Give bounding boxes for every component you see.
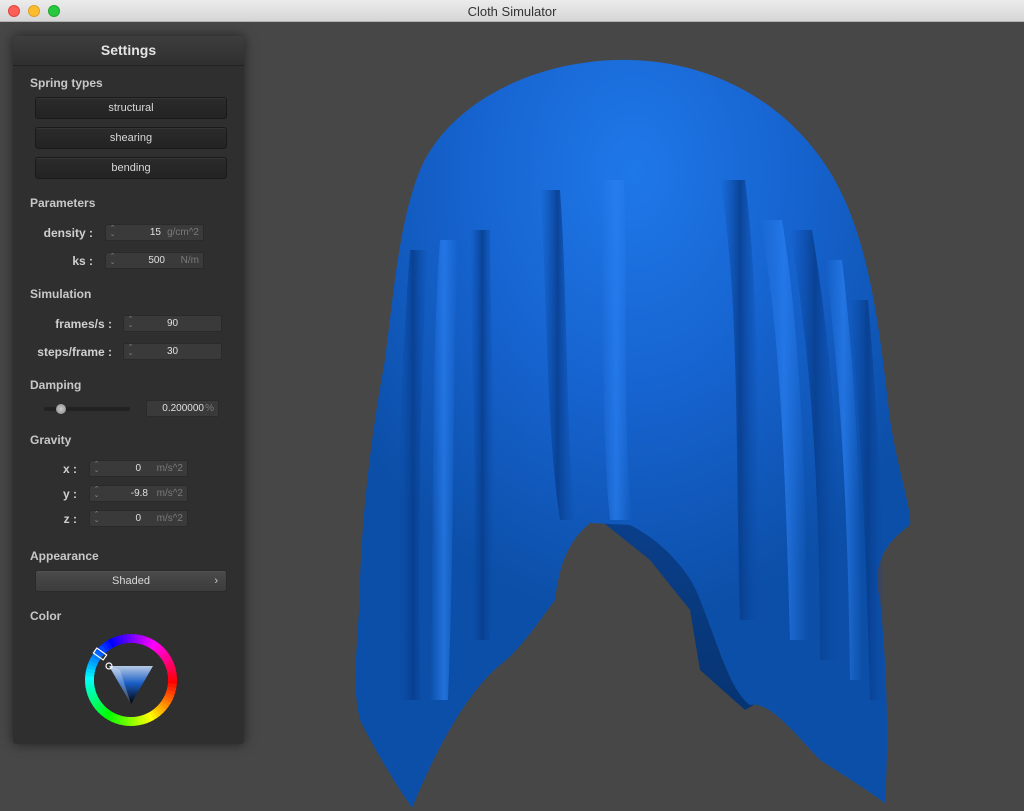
shearing-button[interactable]: shearing [35,127,227,149]
damping-label: Damping [30,378,82,392]
spring-types-label: Spring types [30,76,103,90]
structural-button[interactable]: structural [35,97,227,119]
spinner-icon[interactable]: ⌃ ⌄ [93,486,100,500]
density-unit: g/cm^2 [167,227,199,238]
window-title: Cloth Simulator [467,4,557,19]
gravity-z-input[interactable]: ⌃ ⌄ 0 m/s^2 [89,510,188,527]
damping-slider[interactable] [44,404,130,414]
fps-input[interactable]: ⌃ ⌄ 90 [123,315,222,332]
gravity-z-label: z : [63,512,77,526]
parameters-label: Parameters [30,196,96,210]
panel-title: Settings [13,36,244,66]
ks-input[interactable]: ⌃ ⌄ 500 N/m [105,252,204,269]
density-input[interactable]: ⌃ ⌄ 15 g/cm^2 [105,224,204,241]
fps-label: frames/s : [55,317,112,331]
ks-label: ks : [72,254,93,268]
gravity-x-input[interactable]: ⌃ ⌄ 0 m/s^2 [89,460,188,477]
gravity-y-input[interactable]: ⌃ ⌄ -9.8 m/s^2 [89,485,188,502]
spinner-icon[interactable]: ⌃ ⌄ [93,461,100,475]
slider-knob[interactable] [56,404,67,414]
bending-button[interactable]: bending [35,157,227,179]
density-label: density : [43,226,93,240]
color-label: Color [30,609,62,623]
ks-unit: N/m [180,255,199,266]
color-wheel[interactable] [85,634,177,726]
simulation-label: Simulation [30,287,92,301]
steps-input[interactable]: ⌃ ⌄ 30 [123,343,222,360]
spinner-icon[interactable]: ⌃ ⌄ [109,225,116,239]
steps-label: steps/frame : [37,345,112,359]
settings-panel: Settings Spring types structural shearin… [13,36,244,744]
title-bar: Cloth Simulator [0,0,1024,22]
spinner-icon[interactable]: ⌃ ⌄ [109,253,116,267]
appearance-dropdown[interactable]: Shaded › [35,570,227,592]
spinner-icon[interactable]: ⌃ ⌄ [93,511,100,525]
chevron-right-icon: › [214,575,218,587]
gravity-label: Gravity [30,433,72,447]
gravity-x-label: x : [62,462,77,476]
gravity-y-label: y : [62,487,77,501]
appearance-label: Appearance [30,549,99,563]
damping-value[interactable]: 0.200000 % [146,400,219,417]
